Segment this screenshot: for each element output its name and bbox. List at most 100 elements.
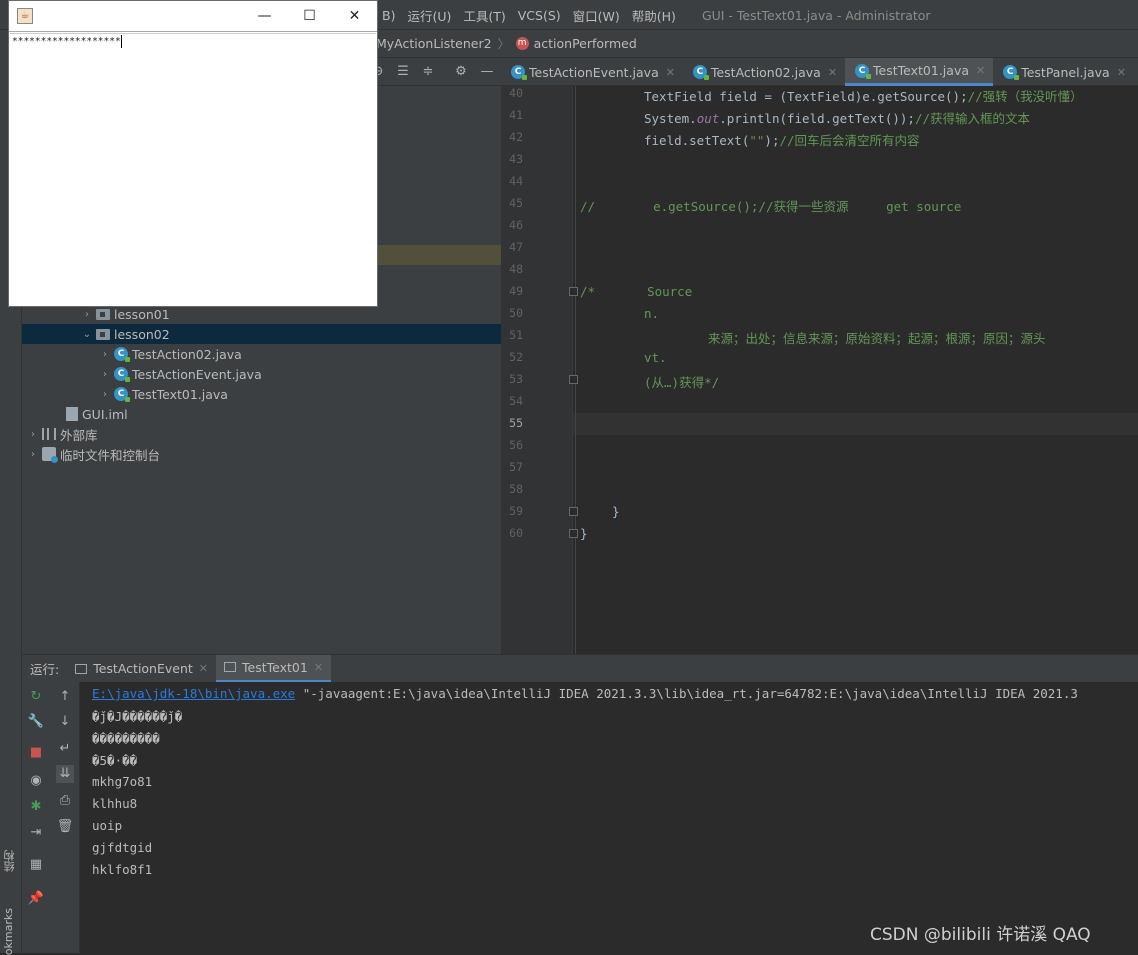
code-comment: e.getSource();//获得一些资源 get source: [653, 199, 962, 214]
line-number: 52: [509, 350, 523, 364]
menu-item-run[interactable]: 运行(U): [401, 6, 457, 25]
tree-item-label: 临时文件和控制台: [60, 447, 161, 463]
line-number: 51: [509, 328, 523, 342]
menu-bar: B) 运行(U) 工具(T) VCS(S) 窗口(W) 帮助(H) GUI - …: [376, 0, 931, 30]
stop-icon[interactable]: ■: [27, 744, 45, 762]
close-icon[interactable]: ✕: [666, 66, 675, 79]
chevron-right-icon[interactable]: ›: [98, 389, 112, 400]
java-exe-link[interactable]: E:\java\jdk-18\bin\java.exe: [92, 686, 295, 701]
folder-icon: [96, 308, 110, 320]
line-number: 53: [509, 372, 523, 386]
chevron-right-icon[interactable]: ›: [98, 369, 112, 380]
debug-icon[interactable]: ✱: [27, 798, 45, 816]
close-icon[interactable]: ✕: [199, 662, 208, 675]
collapse-all-icon[interactable]: ≑: [419, 63, 437, 81]
java-frame-window[interactable]: ☕ — ☐ ✕ *******************: [8, 0, 378, 307]
close-icon[interactable]: ✕: [976, 64, 985, 77]
console-line: ���������: [92, 731, 160, 746]
tab-label: TestText01.java: [873, 63, 969, 78]
console-line: �5�·��: [92, 753, 138, 768]
exit-icon[interactable]: ⇥: [27, 824, 45, 842]
arrow-up-icon[interactable]: ↑: [56, 688, 74, 706]
chevron-right-icon[interactable]: ›: [26, 449, 40, 460]
tab-testactionevent[interactable]: C TestActionEvent.java ✕: [501, 58, 683, 86]
tab-label: TestPanel.java: [1021, 64, 1110, 80]
trash-icon[interactable]: 🗑: [56, 818, 74, 836]
close-button[interactable]: ✕: [332, 1, 377, 31]
run-tab-testactionevent[interactable]: TestActionEvent ✕: [67, 655, 216, 683]
bookmarks-tool-button[interactable]: okmarks: [2, 908, 15, 955]
tree-item-scratches[interactable]: › 临时文件和控制台: [22, 444, 501, 464]
layout-icon[interactable]: ▦: [27, 856, 45, 874]
breadcrumb-class[interactable]: MyActionListener2: [376, 36, 492, 51]
line-number: 48: [509, 262, 523, 276]
menu-item-build[interactable]: B): [376, 8, 401, 23]
code-text: .println(field.getText());: [719, 111, 915, 126]
password-text-field[interactable]: *******************: [10, 33, 376, 51]
close-icon[interactable]: ✕: [314, 661, 323, 674]
pin-icon[interactable]: 📌: [27, 890, 45, 908]
method-icon: m: [515, 37, 529, 50]
code-string: "": [749, 133, 765, 148]
breadcrumb: MyActionListener2 〉 m actionPerformed: [376, 30, 1138, 58]
chevron-right-icon[interactable]: ›: [26, 429, 40, 440]
tab-testpanel[interactable]: C TestPanel.java ✕: [993, 58, 1134, 86]
menu-item-tools[interactable]: 工具(T): [457, 6, 511, 25]
tree-item-label: GUI.iml: [82, 406, 128, 422]
tree-item-label: TestActionEvent.java: [132, 366, 262, 382]
close-icon[interactable]: ✕: [828, 66, 837, 79]
tree-item-external-libraries[interactable]: › 外部库: [22, 424, 501, 444]
code-line-49: /* Source: [580, 284, 692, 299]
fold-marker-icon[interactable]: [569, 287, 578, 296]
close-icon[interactable]: ✕: [1117, 66, 1126, 79]
minimize-button[interactable]: —: [242, 1, 287, 31]
chevron-right-icon[interactable]: ›: [98, 349, 112, 360]
fold-marker-icon[interactable]: [569, 375, 578, 384]
fold-marker-icon[interactable]: [569, 529, 578, 538]
menu-item-help[interactable]: 帮助(H): [626, 6, 682, 25]
hide-icon[interactable]: —: [478, 63, 496, 81]
code-text: System.: [644, 111, 697, 126]
tree-item-testactionevent[interactable]: › C TestActionEvent.java: [22, 364, 501, 384]
menu-item-vcs[interactable]: VCS(S): [512, 8, 567, 23]
line-number: 56: [509, 438, 523, 452]
console-output[interactable]: E:\java\jdk-18\bin\java.exe "-javaagent:…: [80, 682, 1138, 953]
tree-item-lesson02[interactable]: ⌄ lesson02: [22, 324, 501, 344]
wrench-icon[interactable]: 🔧: [27, 713, 45, 731]
code-line-60: }: [580, 526, 588, 541]
chevron-right-icon[interactable]: ›: [80, 309, 94, 320]
tab-testaction02[interactable]: C TestAction02.java ✕: [683, 58, 845, 86]
print-icon[interactable]: ⎙: [56, 792, 74, 810]
rerun-icon[interactable]: ↻: [27, 688, 45, 706]
soft-wrap-icon[interactable]: ↵: [56, 740, 74, 758]
tree-item-gui-iml[interactable]: GUI.iml: [22, 404, 501, 424]
code-editor[interactable]: 40 41 42 43 44 45 46 47 48 49 50 51 52 53 54 55 56 57 58 59…: [501, 86, 1138, 654]
tree-item-testaction02[interactable]: › C TestAction02.java: [22, 344, 501, 364]
gear-icon[interactable]: ⚙: [452, 63, 470, 81]
line-number: 43: [509, 152, 523, 166]
tree-item-lesson01[interactable]: › lesson01: [22, 304, 501, 324]
structure-tool-button[interactable]: 结构: [2, 850, 18, 872]
line-number: 59: [509, 504, 523, 518]
chevron-down-icon[interactable]: ⌄: [80, 329, 94, 340]
line-number: 47: [509, 240, 523, 254]
tree-item-testtext01[interactable]: › C TestText01.java: [22, 384, 501, 404]
maximize-button[interactable]: ☐: [287, 1, 332, 31]
code-comment: //: [580, 199, 596, 214]
arrow-down-icon[interactable]: ↓: [56, 713, 74, 731]
code-line-50: n.: [644, 306, 660, 321]
camera-icon[interactable]: ◉: [27, 772, 45, 790]
fold-marker-icon[interactable]: [569, 507, 578, 516]
run-tab-testtext01[interactable]: TestText01 ✕: [216, 654, 332, 683]
menu-item-window[interactable]: 窗口(W): [567, 6, 626, 25]
breadcrumb-method[interactable]: actionPerformed: [534, 36, 637, 51]
expand-all-icon[interactable]: ☰: [394, 63, 412, 81]
java-cup-icon: ☕: [17, 8, 33, 24]
scroll-to-end-icon[interactable]: ⇊: [56, 765, 74, 783]
java-frame-titlebar[interactable]: ☕ — ☐ ✕: [9, 1, 377, 32]
line-number: 42: [509, 130, 523, 144]
code-comment: //回车后会清空所有内容: [779, 133, 920, 148]
tab-testtext01[interactable]: C TestText01.java ✕: [845, 58, 994, 86]
java-class-icon: C: [114, 347, 130, 362]
library-icon: [42, 428, 56, 440]
